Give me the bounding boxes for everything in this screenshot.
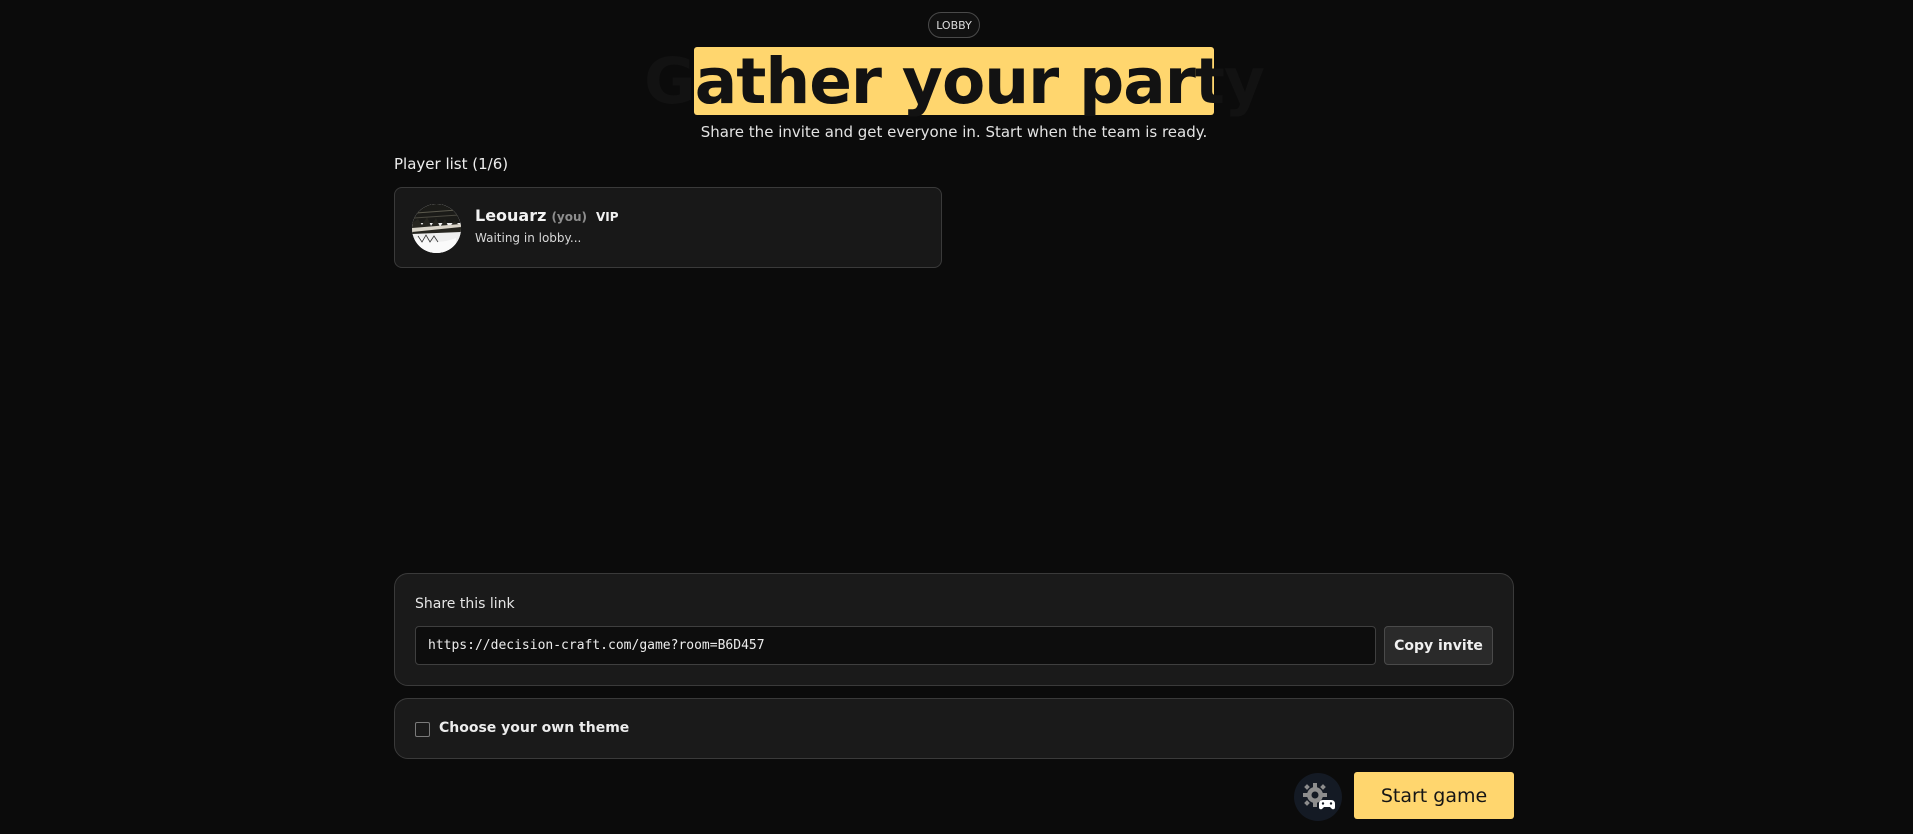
page-title: Gather your party	[644, 44, 1265, 118]
share-label: Share this link	[415, 596, 515, 612]
settings-button[interactable]	[1294, 773, 1342, 821]
invite-link-input[interactable]	[415, 626, 1376, 665]
player-role-badge: VIP	[596, 210, 619, 224]
player-name-row: Leouarz (you) VIP	[475, 206, 619, 225]
lobby-page: LOBBY Gather your party Share the invite…	[0, 0, 1913, 834]
player-status: Waiting in lobby...	[475, 231, 582, 245]
player-name: Leouarz	[475, 206, 547, 225]
copy-invite-button[interactable]: Copy invite	[1384, 626, 1493, 665]
choose-theme-label[interactable]: Choose your own theme	[439, 720, 629, 736]
lobby-badge: LOBBY	[928, 12, 980, 38]
share-panel: Share this link Copy invite	[394, 573, 1514, 686]
player-you-tag: (you)	[551, 210, 588, 224]
avatar	[412, 204, 461, 253]
theme-panel: Choose your own theme	[394, 698, 1514, 759]
player-list-label: Player list (1/6)	[394, 155, 509, 173]
player-card: Leouarz (you) VIP Waiting in lobby...	[394, 187, 942, 268]
start-game-button[interactable]: Start game	[1354, 772, 1514, 819]
avatar-image	[412, 204, 461, 253]
page-subtitle: Share the invite and get everyone in. St…	[700, 123, 1208, 141]
title-highlight: Gather your party	[644, 47, 1265, 115]
choose-theme-checkbox[interactable]	[415, 722, 430, 737]
gear-gamepad-icon	[1303, 783, 1335, 810]
